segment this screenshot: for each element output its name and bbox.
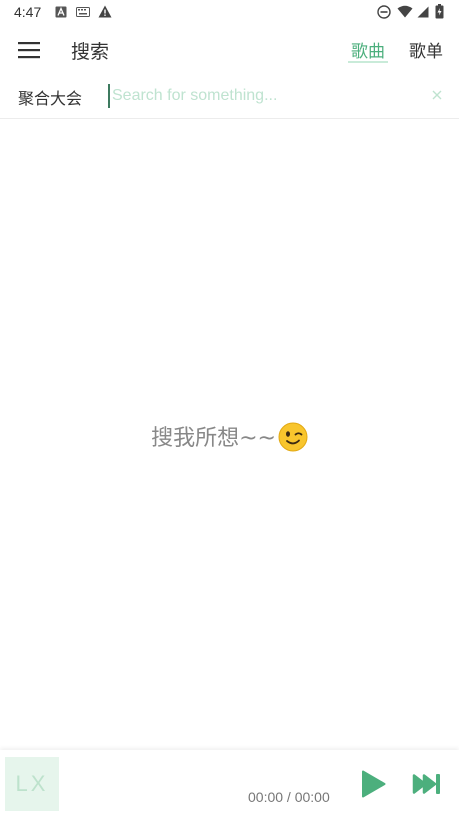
wifi-icon bbox=[397, 5, 413, 18]
close-icon bbox=[432, 90, 442, 100]
status-time: 4:47 bbox=[14, 4, 42, 20]
status-bar: 4:47 bbox=[0, 0, 459, 26]
clear-search-button[interactable] bbox=[428, 86, 446, 104]
font-a-icon bbox=[55, 6, 67, 18]
app-header: 搜索 歌曲 歌单 bbox=[0, 26, 459, 74]
search-bar: 聚合大会 bbox=[0, 74, 459, 119]
next-button[interactable] bbox=[410, 768, 444, 800]
play-icon bbox=[362, 770, 386, 798]
hamburger-menu-icon bbox=[18, 42, 40, 59]
empty-state-text: 搜我所想~~ bbox=[151, 426, 276, 451]
signal-icon bbox=[417, 6, 429, 18]
active-tab-indicator bbox=[348, 61, 388, 63]
empty-state-message: 搜我所想~~ bbox=[0, 420, 459, 454]
winking-face-icon bbox=[278, 422, 308, 452]
do-not-disturb-icon bbox=[377, 5, 391, 19]
battery-icon bbox=[435, 4, 444, 19]
tab-songs[interactable]: 歌曲 bbox=[351, 37, 385, 62]
warning-icon bbox=[98, 5, 112, 18]
player-bar: LX 00:00 / 00:00 bbox=[0, 750, 459, 816]
menu-button[interactable] bbox=[10, 32, 48, 68]
skip-next-icon bbox=[412, 774, 440, 794]
playback-time: 00:00 / 00:00 bbox=[248, 789, 330, 805]
play-button[interactable] bbox=[356, 767, 390, 801]
search-input[interactable] bbox=[108, 84, 422, 108]
keyboard-icon bbox=[76, 7, 90, 17]
album-art[interactable]: LX bbox=[5, 757, 59, 811]
page-title: 搜索 bbox=[71, 41, 110, 63]
source-selector[interactable]: 聚合大会 bbox=[18, 85, 82, 109]
tab-playlists[interactable]: 歌单 bbox=[409, 37, 443, 62]
